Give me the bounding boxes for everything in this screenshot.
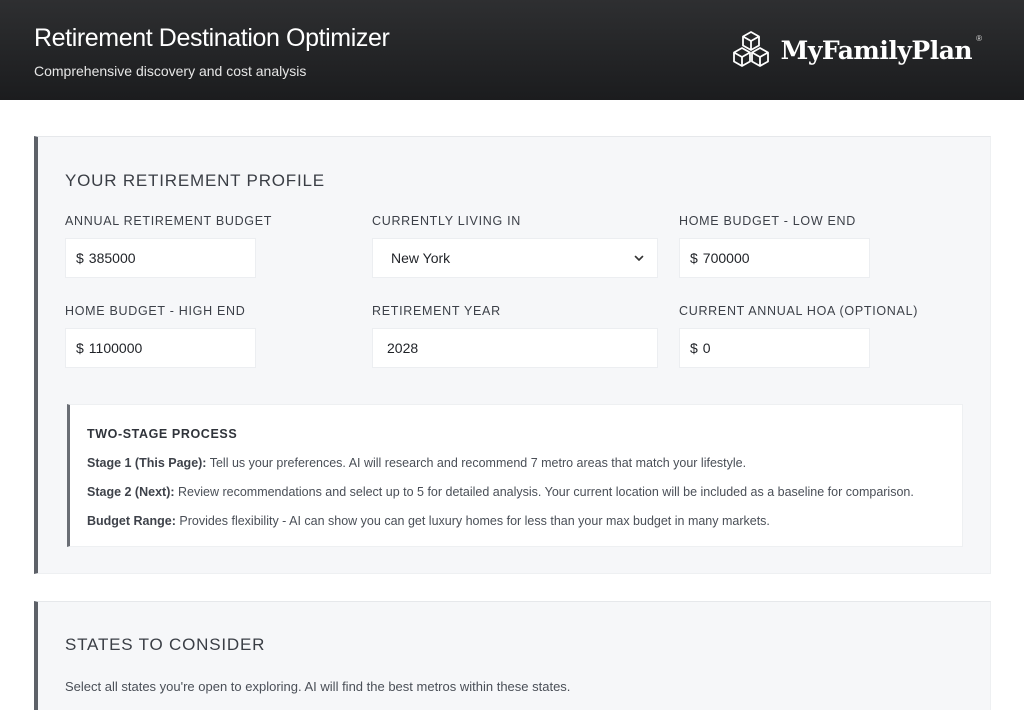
currency-prefix: $ xyxy=(690,340,698,356)
budget-range-text: Provides flexibility - AI can show you c… xyxy=(175,514,770,528)
annual-budget-input[interactable] xyxy=(88,250,229,266)
home-low-field[interactable]: $ xyxy=(679,238,870,278)
currency-prefix: $ xyxy=(690,250,698,266)
chevron-down-icon xyxy=(634,255,644,261)
currency-prefix: $ xyxy=(76,250,84,266)
current-location-select[interactable]: New York xyxy=(372,238,658,278)
stage2-text: Review recommendations and select up to … xyxy=(174,485,914,499)
budget-range-label: Budget Range: xyxy=(87,514,176,528)
annual-budget-label: ANNUAL RETIREMENT BUDGET xyxy=(65,214,273,228)
two-stage-process-info: TWO-STAGE PROCESS Stage 1 (This Page): T… xyxy=(67,404,963,547)
current-location-label: CURRENTLY LIVING IN xyxy=(372,214,521,228)
retirement-year-label: RETIREMENT YEAR xyxy=(372,304,501,318)
currency-prefix: $ xyxy=(76,340,84,356)
registered-mark: ® xyxy=(976,33,982,43)
page-title: Retirement Destination Optimizer xyxy=(34,24,390,52)
states-heading: STATES TO CONSIDER xyxy=(65,635,266,654)
budget-range-line: Budget Range: Provides flexibility - AI … xyxy=(87,514,770,528)
hoa-label: CURRENT ANNUAL HOA (OPTIONAL) xyxy=(679,304,919,318)
profile-heading: YOUR RETIREMENT PROFILE xyxy=(65,171,325,190)
stage1-text: Tell us your preferences. AI will resear… xyxy=(206,456,747,470)
home-low-input[interactable] xyxy=(702,250,843,266)
home-high-label: HOME BUDGET - HIGH END xyxy=(65,304,246,318)
retirement-profile-card: YOUR RETIREMENT PROFILE ANNUAL RETIREMEN… xyxy=(34,136,991,574)
annual-budget-field[interactable]: $ xyxy=(65,238,256,278)
states-description: Select all states you're open to explori… xyxy=(65,679,571,694)
page-subtitle: Comprehensive discovery and cost analysi… xyxy=(34,63,307,79)
retirement-year-input[interactable] xyxy=(387,340,637,356)
process-title: TWO-STAGE PROCESS xyxy=(87,427,238,441)
home-high-field[interactable]: $ xyxy=(65,328,256,368)
stage1-line: Stage 1 (This Page): Tell us your prefer… xyxy=(87,456,746,470)
hoa-input[interactable] xyxy=(702,340,843,356)
home-high-input[interactable] xyxy=(88,340,229,356)
stage1-label: Stage 1 (This Page): xyxy=(87,456,207,470)
brand-name: MyFamilyPlan xyxy=(780,35,973,65)
brand-logo[interactable]: MyFamilyPlan ® xyxy=(729,28,986,72)
current-location-value: New York xyxy=(391,250,451,266)
stage2-line: Stage 2 (Next): Review recommendations a… xyxy=(87,485,914,499)
home-low-label: HOME BUDGET - LOW END xyxy=(679,214,856,228)
retirement-year-field[interactable] xyxy=(372,328,658,368)
stage2-label: Stage 2 (Next): xyxy=(87,485,175,499)
states-to-consider-card: STATES TO CONSIDER Select all states you… xyxy=(34,601,991,710)
hexagon-cube-logo-icon xyxy=(732,31,769,67)
hoa-field[interactable]: $ xyxy=(679,328,870,368)
app-header: Retirement Destination Optimizer Compreh… xyxy=(0,0,1024,100)
